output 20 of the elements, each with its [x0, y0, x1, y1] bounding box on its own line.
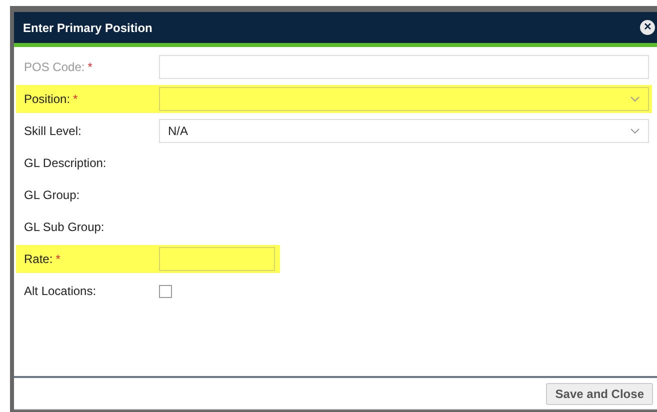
text-field[interactable] [159, 247, 275, 271]
field-label: POS Code: [24, 59, 85, 76]
field-label: Rate: [24, 251, 53, 268]
field-label: Skill Level: [24, 123, 82, 140]
required-asterisk: * [88, 59, 92, 76]
close-button[interactable]: ✕ [640, 20, 655, 35]
dialog-title: Enter Primary Position [23, 20, 152, 36]
dropdown-field[interactable] [159, 87, 649, 111]
field-label: GL Sub Group: [24, 219, 104, 236]
dropdown-field[interactable]: N/A [159, 119, 649, 143]
field-label: GL Description: [24, 155, 106, 172]
chevron-down-icon [630, 96, 640, 102]
required-asterisk: * [56, 251, 60, 268]
required-asterisk: * [73, 91, 78, 108]
field-label: Position: [24, 91, 70, 108]
save-and-close-button[interactable]: Save and Close [546, 382, 653, 404]
field-label: GL Group: [24, 187, 80, 204]
checkbox[interactable] [159, 284, 172, 298]
chevron-down-icon [630, 128, 640, 134]
field-label: Alt Locations: [24, 283, 96, 300]
